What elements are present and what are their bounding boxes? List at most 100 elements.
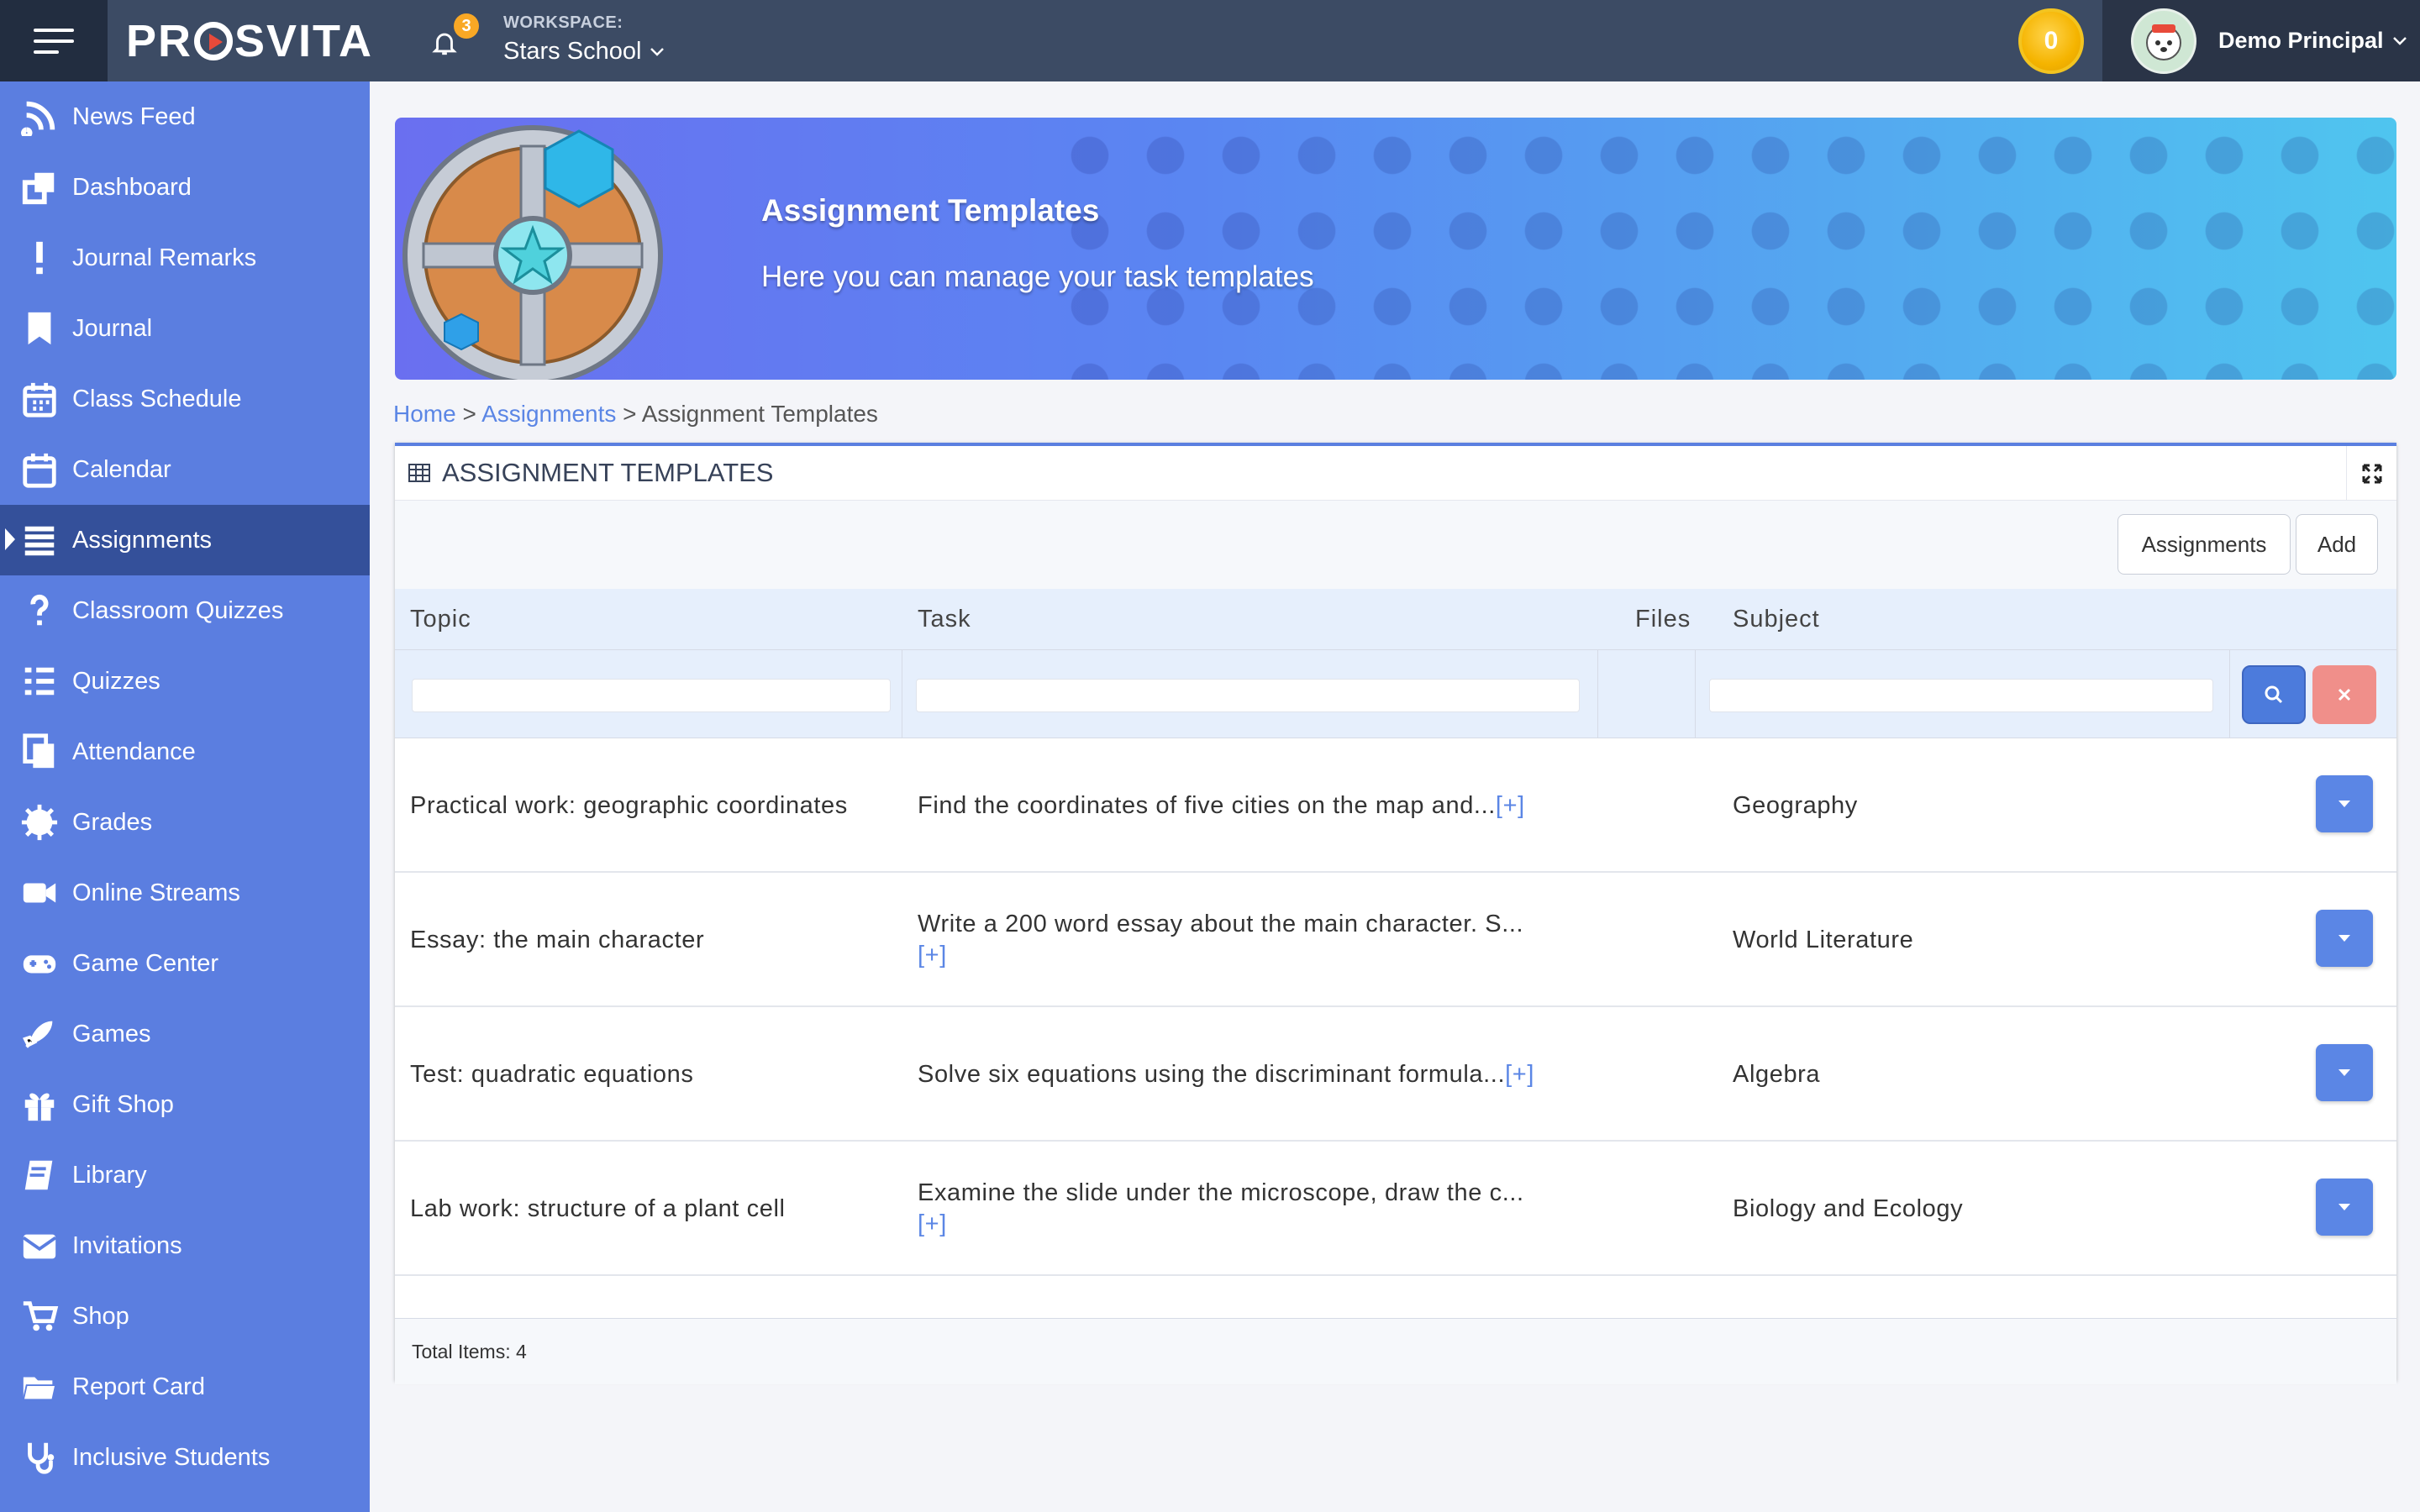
panel-toolbar: Assignments Add: [395, 501, 2396, 589]
task-filter-input[interactable]: [916, 679, 1580, 712]
sidebar-item-label: Online Streams: [72, 879, 240, 906]
sidebar-item-label: Grades: [72, 808, 153, 836]
panel-title: ASSIGNMENT TEMPLATES: [442, 458, 774, 487]
sidebar-item-game-center[interactable]: Game Center: [0, 928, 370, 999]
expand-task-link[interactable]: [+]: [918, 942, 1523, 969]
rocket-icon: [23, 1021, 53, 1048]
sidebar-item-label: Classroom Quizzes: [72, 596, 284, 624]
calendar-grid-icon: [23, 382, 56, 417]
row-actions-dropdown-button[interactable]: [2316, 1044, 2373, 1101]
expand-task-link[interactable]: [+]: [918, 1210, 1524, 1238]
breadcrumb-separator: >: [623, 401, 637, 427]
filter-row: [395, 649, 2396, 738]
sidebar-item-news-feed[interactable]: News Feed: [0, 81, 370, 152]
breadcrumb: Home > Assignments > Assignment Template…: [393, 401, 878, 428]
cart-icon: [23, 1301, 59, 1331]
subject-cell: Biology and Ecology: [1733, 1194, 1964, 1222]
row-actions-dropdown-button[interactable]: [2316, 910, 2373, 967]
subject-filter-input[interactable]: [1709, 679, 2213, 712]
brand-logo[interactable]: PR SVITA: [126, 15, 373, 67]
sidebar: News Feed Dashboard Journal Remarks Journal…: [0, 81, 370, 1512]
task-cell: Write a 200 word essay about the main ch…: [918, 911, 1524, 937]
banner-subtitle: Here you can manage your task templates: [761, 260, 1314, 293]
banner-title: Assignment Templates: [761, 193, 1100, 228]
breadcrumb-assignments-link[interactable]: Assignments: [481, 401, 616, 427]
sidebar-item-games[interactable]: Games: [0, 999, 370, 1069]
topic-cell: Test: quadratic equations: [410, 1060, 694, 1088]
topic-filter-input[interactable]: [412, 679, 891, 712]
menu-icon: [34, 28, 74, 54]
sidebar-item-report-card[interactable]: Report Card: [0, 1352, 370, 1422]
sidebar-item-invitations[interactable]: Invitations: [0, 1210, 370, 1281]
column-header-topic[interactable]: Topic: [410, 606, 471, 633]
book-icon: [24, 1160, 53, 1190]
sidebar-item-calendar[interactable]: Calendar: [0, 434, 370, 505]
dashboard-icon: [22, 172, 55, 205]
task-cell: Examine the slide under the microscope, …: [918, 1179, 1524, 1206]
search-icon: [2265, 685, 2283, 704]
notification-badge: 3: [454, 13, 479, 39]
folder-icon: [22, 1377, 57, 1401]
subject-cell: World Literature: [1733, 926, 1914, 953]
sidebar-item-inclusive-students[interactable]: Inclusive Students: [0, 1422, 370, 1493]
sidebar-item-label: Invitations: [72, 1231, 182, 1259]
workspace-selector[interactable]: WORKSPACE: Stars School: [503, 13, 665, 66]
sidebar-item-assignments[interactable]: Assignments: [0, 505, 370, 575]
sidebar-item-dashboard[interactable]: Dashboard: [0, 152, 370, 223]
sidebar-item-online-streams[interactable]: Online Streams: [0, 858, 370, 928]
subject-cell: Algebra: [1733, 1060, 1821, 1088]
topic-cell: Practical work: geographic coordinates: [410, 791, 848, 819]
stethoscope-icon: [28, 1442, 55, 1474]
column-header-files[interactable]: Files: [1635, 606, 1691, 633]
fullscreen-button[interactable]: [2346, 446, 2396, 501]
sidebar-item-grades[interactable]: Grades: [0, 787, 370, 858]
column-header-subject[interactable]: Subject: [1733, 606, 1820, 633]
sidebar-item-gift-shop[interactable]: Gift Shop: [0, 1069, 370, 1140]
question-icon: [30, 594, 49, 626]
gamepad-icon: [23, 955, 56, 974]
clear-filter-button[interactable]: [2312, 665, 2376, 724]
sidebar-item-library[interactable]: Library: [0, 1140, 370, 1210]
sidebar-item-label: Attendance: [72, 738, 196, 765]
sidebar-item-label: Assignments: [72, 526, 213, 554]
expand-task-link[interactable]: [+]: [1505, 1061, 1534, 1088]
checklist-icon: [24, 667, 55, 696]
banner-pattern: [1052, 118, 2396, 380]
hamburger-menu-button[interactable]: [0, 0, 108, 81]
sidebar-item-label: Game Center: [72, 949, 219, 977]
task-cell: Find the coordinates of five cities on t…: [918, 791, 1496, 819]
bell-icon[interactable]: [430, 29, 459, 57]
breadcrumb-current: Assignment Templates: [641, 401, 878, 427]
page-banner: Assignment Templates Here you can manage…: [395, 118, 2396, 380]
row-actions-dropdown-button[interactable]: [2316, 775, 2373, 832]
search-button[interactable]: [2242, 665, 2306, 724]
sidebar-item-journal-remarks[interactable]: Journal Remarks: [0, 223, 370, 293]
sidebar-item-label: News Feed: [72, 102, 196, 130]
table-row: Practical work: geographic coordinates Fi…: [395, 738, 2396, 873]
sidebar-item-class-schedule[interactable]: Class Schedule: [0, 364, 370, 434]
workspace-value: Stars School: [503, 38, 642, 65]
add-button[interactable]: Add: [2296, 514, 2378, 575]
sidebar-item-shop[interactable]: Shop: [0, 1281, 370, 1352]
copy-icon: [23, 733, 55, 769]
sidebar-item-classroom-quizzes[interactable]: Classroom Quizzes: [0, 575, 370, 646]
expand-task-link[interactable]: [+]: [1496, 792, 1525, 819]
table-header: Topic Task Files Subject: [395, 589, 2396, 649]
user-name: Demo Principal: [2218, 28, 2384, 53]
assignments-button[interactable]: Assignments: [2118, 514, 2291, 575]
column-header-task[interactable]: Task: [918, 606, 971, 633]
chevron-down-icon: [650, 47, 665, 56]
dog-avatar-icon: [2146, 24, 2181, 60]
user-menu[interactable]: Demo Principal: [2102, 0, 2420, 81]
workspace-label: WORKSPACE:: [503, 13, 623, 32]
sidebar-item-label: Inclusive Students: [72, 1443, 271, 1471]
sidebar-item-journal[interactable]: Journal: [0, 293, 370, 364]
breadcrumb-home-link[interactable]: Home: [393, 401, 456, 427]
envelope-icon: [22, 1234, 57, 1259]
sidebar-item-label: Calendar: [72, 455, 171, 483]
sidebar-item-quizzes[interactable]: Quizzes: [0, 646, 370, 717]
row-actions-dropdown-button[interactable]: [2316, 1179, 2373, 1236]
sidebar-item-attendance[interactable]: Attendance: [0, 717, 370, 787]
sidebar-item-label: Games: [72, 1020, 151, 1047]
coin-balance[interactable]: 0: [2018, 8, 2084, 74]
